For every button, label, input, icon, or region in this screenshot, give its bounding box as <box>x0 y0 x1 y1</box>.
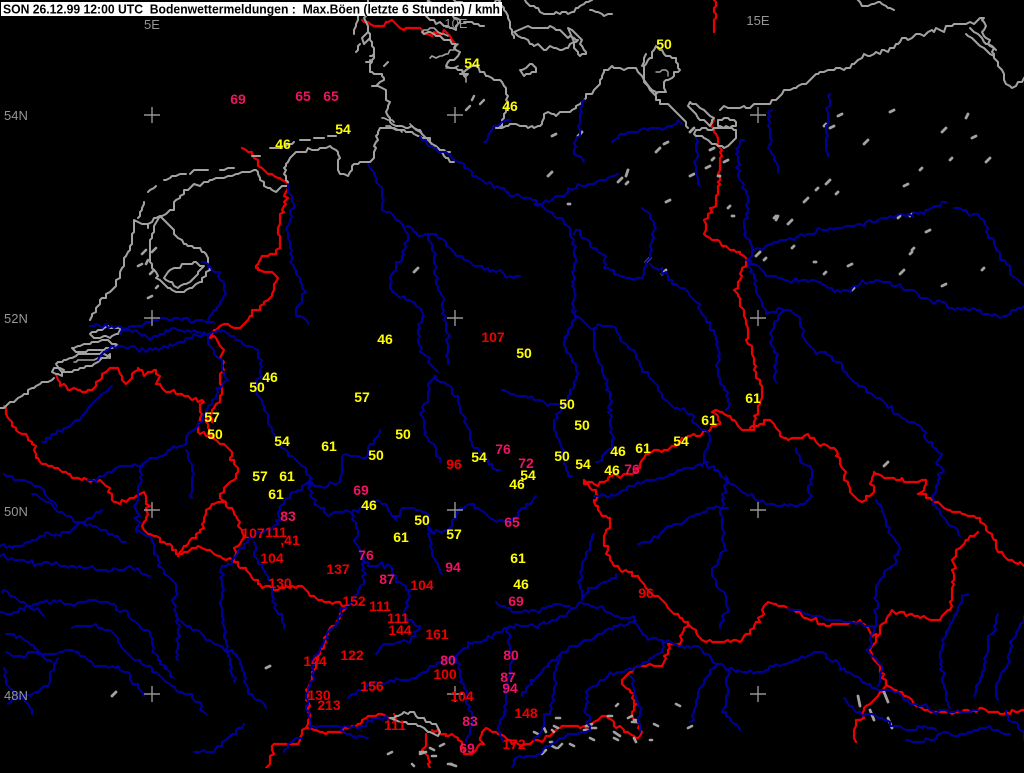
svg-text:61: 61 <box>279 468 295 484</box>
svg-text:83: 83 <box>462 713 478 729</box>
svg-text:83: 83 <box>280 508 296 524</box>
svg-text:69: 69 <box>459 740 475 756</box>
svg-text:213: 213 <box>317 697 341 713</box>
svg-text:61: 61 <box>635 440 651 456</box>
svg-text:50: 50 <box>395 426 411 442</box>
svg-text:54N: 54N <box>4 108 28 123</box>
svg-text:94: 94 <box>502 680 518 696</box>
svg-text:161: 161 <box>425 626 449 642</box>
svg-text:80: 80 <box>503 647 519 663</box>
svg-text:57: 57 <box>252 468 268 484</box>
svg-text:54: 54 <box>471 449 487 465</box>
svg-text:122: 122 <box>340 647 364 663</box>
svg-text:69: 69 <box>353 482 369 498</box>
svg-text:96: 96 <box>446 456 462 472</box>
svg-text:65: 65 <box>295 88 311 104</box>
svg-text:104: 104 <box>410 577 434 593</box>
svg-text:50: 50 <box>516 345 532 361</box>
svg-text:65: 65 <box>323 88 339 104</box>
svg-text:104: 104 <box>450 688 474 704</box>
svg-text:76: 76 <box>495 441 511 457</box>
svg-text:111: 111 <box>384 717 406 733</box>
svg-text:57: 57 <box>446 526 462 542</box>
svg-text:148: 148 <box>514 705 538 721</box>
svg-text:50: 50 <box>656 36 672 52</box>
svg-text:172: 172 <box>502 736 526 752</box>
svg-text:50N: 50N <box>4 504 28 519</box>
svg-text:61: 61 <box>745 390 761 406</box>
svg-text:50: 50 <box>559 396 575 412</box>
svg-text:69: 69 <box>230 91 246 107</box>
svg-text:100: 100 <box>433 666 457 682</box>
svg-text:144: 144 <box>388 622 412 638</box>
svg-text:65: 65 <box>504 514 520 530</box>
svg-text:52N: 52N <box>4 311 28 326</box>
svg-text:94: 94 <box>445 559 461 575</box>
svg-text:50: 50 <box>554 448 570 464</box>
svg-text:15E: 15E <box>746 13 769 28</box>
svg-text:54: 54 <box>274 433 290 449</box>
svg-text:61: 61 <box>510 550 526 566</box>
svg-text:69: 69 <box>508 593 524 609</box>
svg-text:61: 61 <box>393 529 409 545</box>
svg-text:76: 76 <box>624 461 640 477</box>
svg-text:46: 46 <box>377 331 393 347</box>
svg-text:54: 54 <box>335 121 351 137</box>
svg-text:46: 46 <box>610 443 626 459</box>
svg-text:107: 107 <box>241 525 265 541</box>
svg-text:50: 50 <box>414 512 430 528</box>
svg-text:96: 96 <box>638 585 654 601</box>
svg-text:,41: ,41 <box>280 532 300 548</box>
svg-text:46: 46 <box>604 462 620 478</box>
svg-text:104: 104 <box>260 550 284 566</box>
svg-text:61: 61 <box>321 438 337 454</box>
svg-text:5E: 5E <box>144 17 160 32</box>
svg-text:57: 57 <box>354 389 370 405</box>
svg-text:87: 87 <box>379 571 395 587</box>
svg-text:156: 156 <box>360 678 384 694</box>
svg-text:46: 46 <box>275 136 291 152</box>
svg-text:107: 107 <box>481 329 505 345</box>
svg-text:144: 144 <box>303 653 327 669</box>
svg-text:54: 54 <box>464 55 480 71</box>
svg-text:152: 152 <box>342 593 366 609</box>
svg-text:46: 46 <box>513 576 529 592</box>
svg-text:50: 50 <box>249 379 265 395</box>
svg-text:130: 130 <box>268 575 292 591</box>
svg-text:57: 57 <box>204 409 220 425</box>
svg-text:54: 54 <box>673 433 689 449</box>
svg-text:61: 61 <box>701 412 717 428</box>
svg-text:137: 137 <box>326 561 350 577</box>
svg-text:46: 46 <box>361 497 377 513</box>
svg-text:SON 26.12.99 12:00 UTC Bodenw: SON 26.12.99 12:00 UTC Bodenwettermeldun… <box>3 2 500 17</box>
svg-text:46: 46 <box>502 98 518 114</box>
svg-text:48N: 48N <box>4 688 28 703</box>
svg-text:50: 50 <box>574 417 590 433</box>
svg-text:46: 46 <box>509 476 525 492</box>
svg-text:76: 76 <box>358 547 374 563</box>
svg-text:50: 50 <box>368 447 384 463</box>
svg-text:61: 61 <box>268 486 284 502</box>
svg-text:10E: 10E <box>444 16 467 31</box>
svg-text:50: 50 <box>207 426 223 442</box>
svg-text:54: 54 <box>575 456 591 472</box>
